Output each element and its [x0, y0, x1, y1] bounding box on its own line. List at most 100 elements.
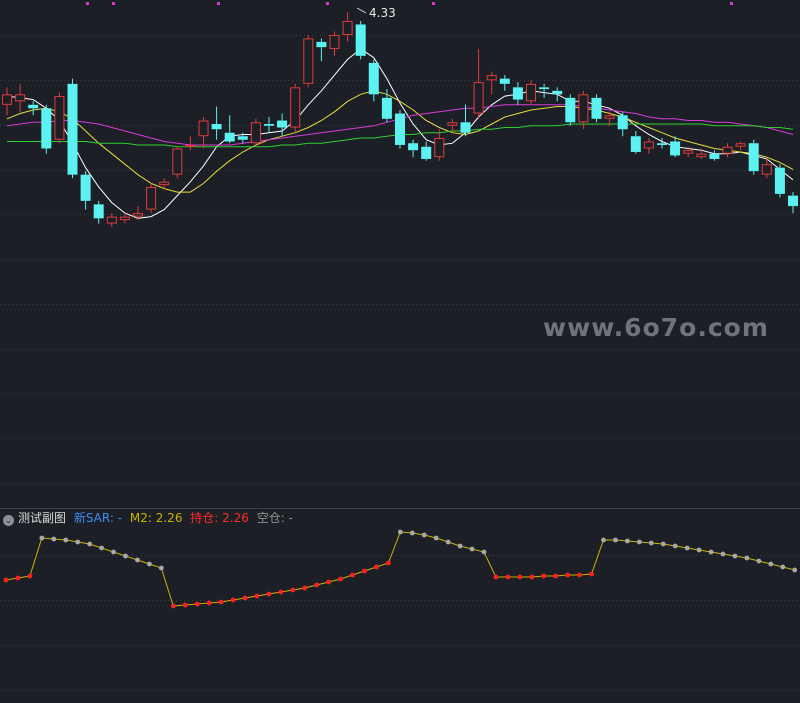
candle — [788, 192, 798, 214]
sar-point-hold — [541, 573, 547, 579]
candle — [80, 171, 91, 210]
candle — [224, 115, 235, 144]
candle-body — [512, 87, 523, 100]
top-marker — [86, 2, 89, 5]
top-marker — [432, 2, 435, 5]
candle — [264, 117, 274, 133]
candle — [329, 31, 340, 56]
candle — [172, 146, 183, 179]
sar-point-empty — [636, 539, 642, 545]
candle — [499, 75, 510, 91]
candle — [460, 104, 471, 137]
candle-body — [303, 38, 314, 84]
candle-body — [54, 96, 65, 140]
candle — [28, 101, 39, 116]
top-marker — [112, 2, 115, 5]
candle-body — [28, 104, 39, 109]
candle-body — [617, 115, 628, 130]
candle-body — [133, 213, 143, 217]
candle — [722, 143, 733, 158]
sar-value: 新SAR: - — [73, 511, 123, 525]
sar-point-hold — [230, 597, 236, 603]
candle-body — [368, 62, 379, 95]
candle — [368, 59, 379, 102]
candle-body — [696, 153, 707, 158]
sar-point-hold — [194, 601, 200, 607]
candle-body — [67, 83, 78, 175]
candle — [774, 164, 785, 198]
sar-point-hold — [362, 568, 367, 574]
sar-point-empty — [75, 539, 81, 545]
candle — [106, 213, 117, 228]
sar-point-hold — [374, 564, 379, 570]
sar-point-empty — [720, 551, 726, 557]
sar-point-hold — [529, 574, 535, 580]
candle — [643, 137, 654, 154]
candle-body — [499, 78, 510, 84]
candle — [578, 90, 589, 130]
candle — [526, 80, 536, 105]
candle-body — [683, 150, 694, 154]
candle-body — [630, 136, 641, 152]
sar-point-empty — [39, 535, 45, 541]
candle-body — [473, 82, 484, 114]
top-marker — [217, 2, 220, 5]
high-price-label: 4.33 — [369, 6, 396, 20]
candle — [211, 106, 222, 140]
candle-body — [421, 146, 432, 159]
sar-point-empty — [660, 541, 666, 547]
candle-body — [342, 20, 353, 35]
sar-point-hold — [493, 574, 499, 580]
candle-body — [146, 186, 157, 210]
candle — [185, 136, 196, 151]
sar-point-empty — [51, 536, 57, 542]
candle-body — [709, 153, 720, 159]
sar-point-hold — [314, 582, 320, 588]
sar-point-hold — [565, 572, 571, 578]
sar-point-hold — [517, 574, 523, 580]
candle — [630, 131, 641, 154]
sar-point-hold — [505, 574, 511, 580]
hold-value: 持仓: 2.26 — [190, 511, 249, 525]
m2-value: M2: 2.26 — [129, 511, 183, 525]
sar-point-hold — [326, 579, 332, 585]
candle — [41, 104, 52, 154]
sar-point-empty — [445, 539, 451, 545]
candle-body — [643, 141, 654, 149]
sar-point-empty — [696, 547, 702, 553]
candle-body — [224, 132, 235, 142]
sar-point-empty — [780, 564, 786, 570]
sar-point-empty — [87, 541, 93, 547]
chevron-down-icon[interactable]: ⌄ — [3, 515, 14, 526]
sar-point-hold — [302, 585, 308, 591]
candle — [748, 139, 759, 175]
candle-body — [774, 167, 785, 194]
candle — [67, 78, 78, 179]
sar-point-hold — [553, 573, 559, 579]
sar-point-hold — [242, 595, 248, 601]
sar-point-empty — [111, 549, 116, 555]
candle — [539, 83, 550, 98]
sar-point-empty — [732, 553, 738, 559]
sar-point-hold — [15, 575, 21, 581]
candle — [303, 34, 314, 88]
candle-body — [748, 143, 759, 172]
candle — [421, 141, 432, 161]
candle-body — [172, 148, 183, 175]
sar-point-hold — [254, 593, 260, 599]
indicator-name[interactable]: 测试副图 — [18, 511, 66, 525]
sar-point-hold — [278, 589, 284, 595]
candle-body — [93, 204, 104, 219]
candle — [709, 150, 720, 161]
candle — [2, 87, 12, 116]
sar-line — [5, 531, 795, 607]
candle — [290, 83, 301, 133]
sar-point-hold — [182, 602, 188, 608]
candle-body — [788, 195, 798, 207]
sar-point-empty — [469, 546, 475, 552]
candle — [486, 71, 497, 95]
sar-point-empty — [147, 561, 152, 567]
sar-point-empty — [433, 535, 439, 541]
candle-body — [185, 144, 196, 147]
candle — [591, 94, 602, 123]
